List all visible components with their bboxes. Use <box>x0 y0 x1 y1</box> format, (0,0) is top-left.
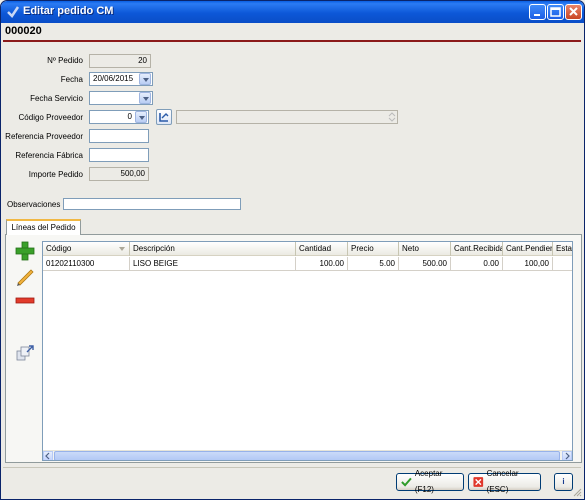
minimize-icon <box>534 14 540 16</box>
cell-estado <box>553 257 572 271</box>
sort-desc-icon <box>119 247 125 251</box>
codigo-proveedor-label: Código Proveedor <box>18 113 83 122</box>
col-cantidad-header[interactable]: Cantidad <box>296 242 348 256</box>
order-code-heading: 000020 <box>5 25 42 37</box>
header-divider <box>3 40 581 42</box>
cancel-icon <box>473 477 484 487</box>
resize-grip-icon[interactable] <box>572 487 582 497</box>
col-precio-header[interactable]: Precio <box>348 242 399 256</box>
fecha-servicio-dropdown-icon[interactable] <box>139 92 151 104</box>
edit-order-window: Editar pedido CM 000020 Nº Pedido 20 Fec… <box>0 0 585 500</box>
check-icon <box>401 477 412 487</box>
cancel-button-label: Cancelar (ESC) <box>486 469 519 494</box>
title-bar[interactable]: Editar pedido CM <box>1 1 584 23</box>
transfer-icon <box>16 345 34 361</box>
add-line-button[interactable] <box>14 240 36 262</box>
search-provider-button[interactable] <box>156 109 172 125</box>
codigo-proveedor-value: 0 <box>127 112 132 121</box>
cell-neto: 500.00 <box>399 257 451 271</box>
importe-pedido-label: Importe Pedido <box>28 170 83 179</box>
num-pedido-label: Nº Pedido <box>47 56 83 65</box>
cell-cant-pendiente: 100,00 <box>503 257 553 271</box>
horizontal-scrollbar[interactable] <box>43 450 572 460</box>
maximize-button[interactable] <box>547 4 564 20</box>
importe-pedido-field: 500,00 <box>89 167 149 181</box>
delete-line-icon <box>15 297 35 304</box>
app-check-icon <box>7 6 20 18</box>
col-cant-recibida-header[interactable]: Cant.Recibida <box>451 242 503 256</box>
edit-line-button[interactable] <box>14 265 36 287</box>
minimize-button[interactable] <box>529 4 546 20</box>
add-line-icon <box>15 241 35 261</box>
referencia-fabrica-field[interactable] <box>89 148 149 162</box>
fecha-value: 20/06/2015 <box>93 74 134 83</box>
cell-descripcion: LISO BEIGE <box>130 257 296 271</box>
cell-precio: 5.00 <box>348 257 399 271</box>
referencia-fabrica-label: Referencia Fábrica <box>15 151 83 160</box>
tab-lineas-del-pedido[interactable]: Líneas del Pedido <box>6 219 81 235</box>
observaciones-label: Observaciones <box>7 200 61 209</box>
maximize-icon <box>550 7 561 17</box>
col-neto-header[interactable]: Neto <box>399 242 451 256</box>
order-lines-grid[interactable]: Código Descripción Cantidad Precio Neto … <box>42 241 573 461</box>
cell-cant-recibida: 0.00 <box>451 257 503 271</box>
accept-button-label: Aceptar (F12) <box>414 469 443 494</box>
close-button[interactable] <box>565 4 582 20</box>
proveedor-name-field <box>176 110 398 124</box>
observaciones-field[interactable] <box>63 198 241 210</box>
fecha-dropdown-icon[interactable] <box>139 73 151 85</box>
fecha-servicio-label: Fecha Servicio <box>30 94 83 103</box>
col-cant-pendiente-header[interactable]: Cant.Pendiente <box>503 242 553 256</box>
window-title: Editar pedido CM <box>23 5 114 17</box>
col-descripcion-header[interactable]: Descripción <box>130 242 296 256</box>
proveedor-spinner-icon <box>388 112 396 122</box>
transfer-line-button[interactable] <box>14 342 36 364</box>
cancel-button[interactable]: Cancelar (ESC) <box>468 469 541 494</box>
accept-button[interactable]: Aceptar (F12) <box>396 469 464 494</box>
search-provider-icon <box>159 113 169 122</box>
info-icon: i <box>562 477 565 486</box>
col-estado-header[interactable]: Estado <box>553 242 572 256</box>
scroll-right-icon[interactable] <box>562 451 572 460</box>
num-pedido-field: 20 <box>89 54 151 68</box>
table-row[interactable]: 01202110300 LISO BEIGE 100.00 5.00 500.0… <box>43 257 572 271</box>
cell-cantidad: 100.00 <box>296 257 348 271</box>
scroll-left-icon[interactable] <box>43 451 53 460</box>
scroll-thumb[interactable] <box>54 451 560 460</box>
referencia-proveedor-field[interactable] <box>89 129 149 143</box>
referencia-proveedor-label: Referencia Proveedor <box>5 132 83 141</box>
close-icon <box>569 7 578 16</box>
delete-line-button[interactable] <box>14 289 36 311</box>
fecha-label: Fecha <box>60 75 83 84</box>
grid-header: Código Descripción Cantidad Precio Neto … <box>43 242 572 256</box>
info-button[interactable]: i <box>554 473 573 491</box>
edit-line-icon <box>17 269 34 286</box>
col-codigo-header[interactable]: Código <box>43 242 130 256</box>
cell-codigo: 01202110300 <box>43 257 130 271</box>
codigo-proveedor-dropdown-icon[interactable] <box>135 111 147 123</box>
